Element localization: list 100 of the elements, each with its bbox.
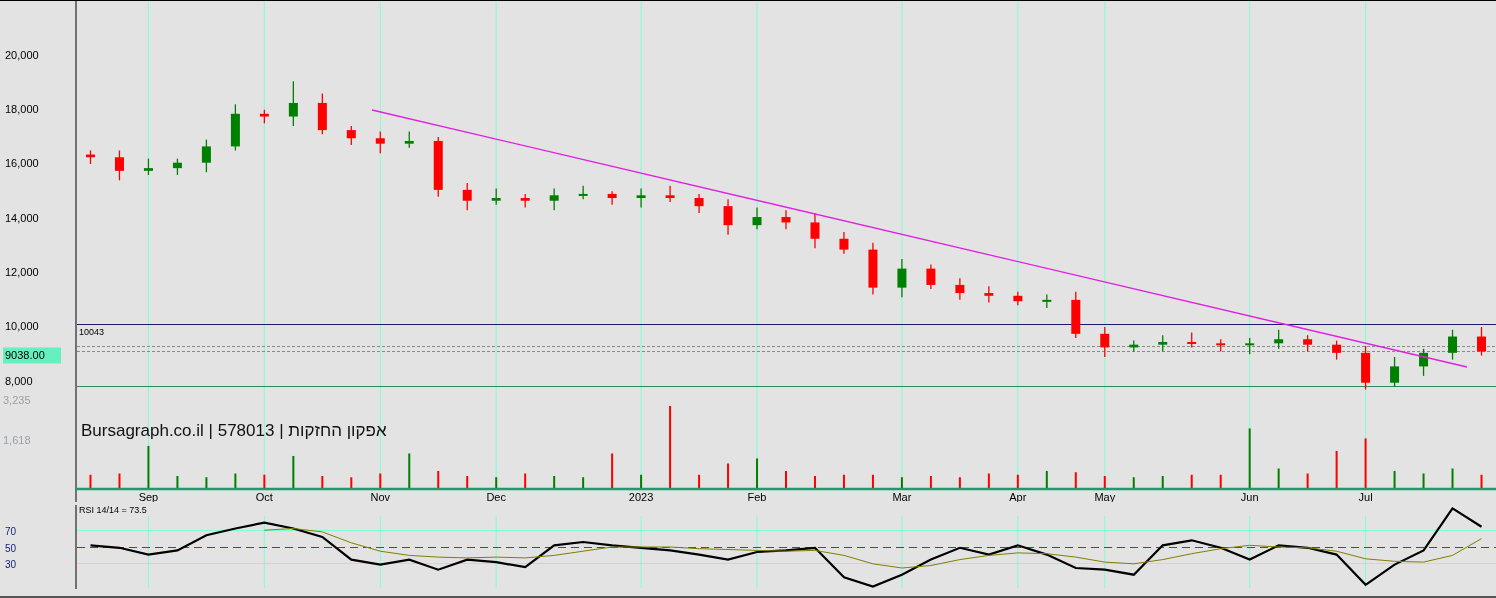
axis-label: Jun — [1240, 491, 1259, 502]
axis-label: Jul — [1358, 491, 1373, 502]
candle — [1245, 337, 1255, 355]
candle — [1274, 329, 1284, 350]
axis-label: 30 — [5, 559, 17, 571]
volume-bar — [1306, 473, 1309, 488]
candle — [549, 187, 559, 211]
volume-bar — [1103, 476, 1106, 488]
candle — [1216, 338, 1226, 353]
volume-bar — [1161, 476, 1164, 488]
candle — [86, 149, 95, 165]
volume-bar — [292, 455, 295, 488]
candle — [1361, 345, 1371, 391]
candle — [694, 193, 704, 214]
axis-label: 1,618 — [3, 434, 31, 447]
volume-bar — [1364, 438, 1367, 488]
candle — [897, 258, 907, 298]
candle — [752, 206, 762, 230]
candle — [1158, 334, 1168, 353]
axis-label: Mar — [892, 491, 912, 502]
axis-label: 2023 — [628, 491, 654, 502]
volume-bar — [147, 445, 150, 488]
candle — [491, 187, 501, 206]
candle — [346, 125, 356, 146]
volume-bar — [640, 474, 643, 488]
volume-bar — [1045, 471, 1048, 488]
candle — [1013, 291, 1023, 306]
candle — [143, 158, 153, 176]
volume-bar — [350, 477, 353, 488]
candle — [723, 198, 733, 236]
candle — [1042, 293, 1052, 309]
candle — [1071, 291, 1081, 339]
volume-bar — [1016, 474, 1019, 488]
candle — [259, 109, 269, 124]
volume-bar — [1393, 471, 1396, 488]
volume-bar — [727, 463, 730, 488]
axis-label: 3,235 — [3, 394, 31, 406]
axis-label: 50 — [5, 542, 17, 554]
candle — [1332, 339, 1342, 361]
candle — [665, 185, 675, 203]
axis-label: 20,000 — [5, 48, 39, 61]
volume-bar — [1480, 474, 1483, 488]
candle — [868, 242, 878, 296]
volume-bar — [205, 477, 208, 488]
candle — [230, 103, 240, 152]
candle — [810, 212, 820, 249]
volume-bar — [495, 477, 498, 488]
volume-bar — [524, 473, 527, 488]
axis-label: Dec — [486, 491, 506, 502]
volume-bar — [379, 473, 382, 488]
volume-bar — [1190, 474, 1193, 488]
candle — [172, 158, 182, 176]
volume-bar — [1074, 472, 1077, 488]
candle — [114, 149, 124, 181]
candle — [404, 130, 414, 149]
candle — [1303, 334, 1313, 353]
candle — [636, 187, 646, 209]
axis-label: Feb — [747, 491, 767, 502]
candle — [955, 277, 965, 301]
volume-bar — [408, 453, 411, 488]
candle — [984, 285, 994, 304]
volume-bar — [958, 477, 961, 488]
candle — [288, 80, 298, 127]
candle — [375, 130, 385, 154]
volume-bar — [118, 473, 121, 488]
axis-label: 18,000 — [5, 103, 39, 116]
price-badge: 9038.00 — [3, 347, 61, 364]
axis-label: 12,000 — [5, 266, 39, 279]
axis-label: 8,000 — [5, 374, 33, 387]
axis-label: 16,000 — [5, 157, 39, 170]
volume-bar — [234, 473, 237, 488]
volume-bar — [842, 474, 845, 488]
candle — [317, 92, 327, 135]
volume-bar — [1422, 473, 1425, 488]
candle — [781, 209, 791, 230]
candle — [1419, 348, 1429, 377]
volume-bar — [1219, 474, 1222, 488]
volume-bar — [89, 474, 92, 488]
axis-label: 14,000 — [5, 211, 39, 224]
volume-bar — [611, 453, 614, 488]
volume-bar — [466, 476, 469, 488]
candle — [607, 190, 617, 206]
volume-bar — [698, 474, 701, 488]
candle — [1129, 339, 1139, 353]
candle — [520, 193, 530, 209]
volume-bar — [263, 474, 266, 488]
volume-bar — [553, 476, 556, 488]
candle — [201, 138, 211, 173]
axis-label: Oct — [255, 491, 273, 502]
axis-label: 10,000 — [5, 320, 39, 333]
volume-bar — [582, 477, 585, 488]
candle — [1448, 329, 1458, 361]
volume-bar — [321, 476, 324, 488]
volume-bar — [176, 476, 179, 488]
volume-bar — [987, 473, 990, 488]
volume-bar — [437, 471, 440, 488]
candle — [926, 263, 936, 290]
candle — [1477, 326, 1486, 357]
volume-bar — [900, 477, 903, 488]
candle — [1100, 326, 1110, 358]
